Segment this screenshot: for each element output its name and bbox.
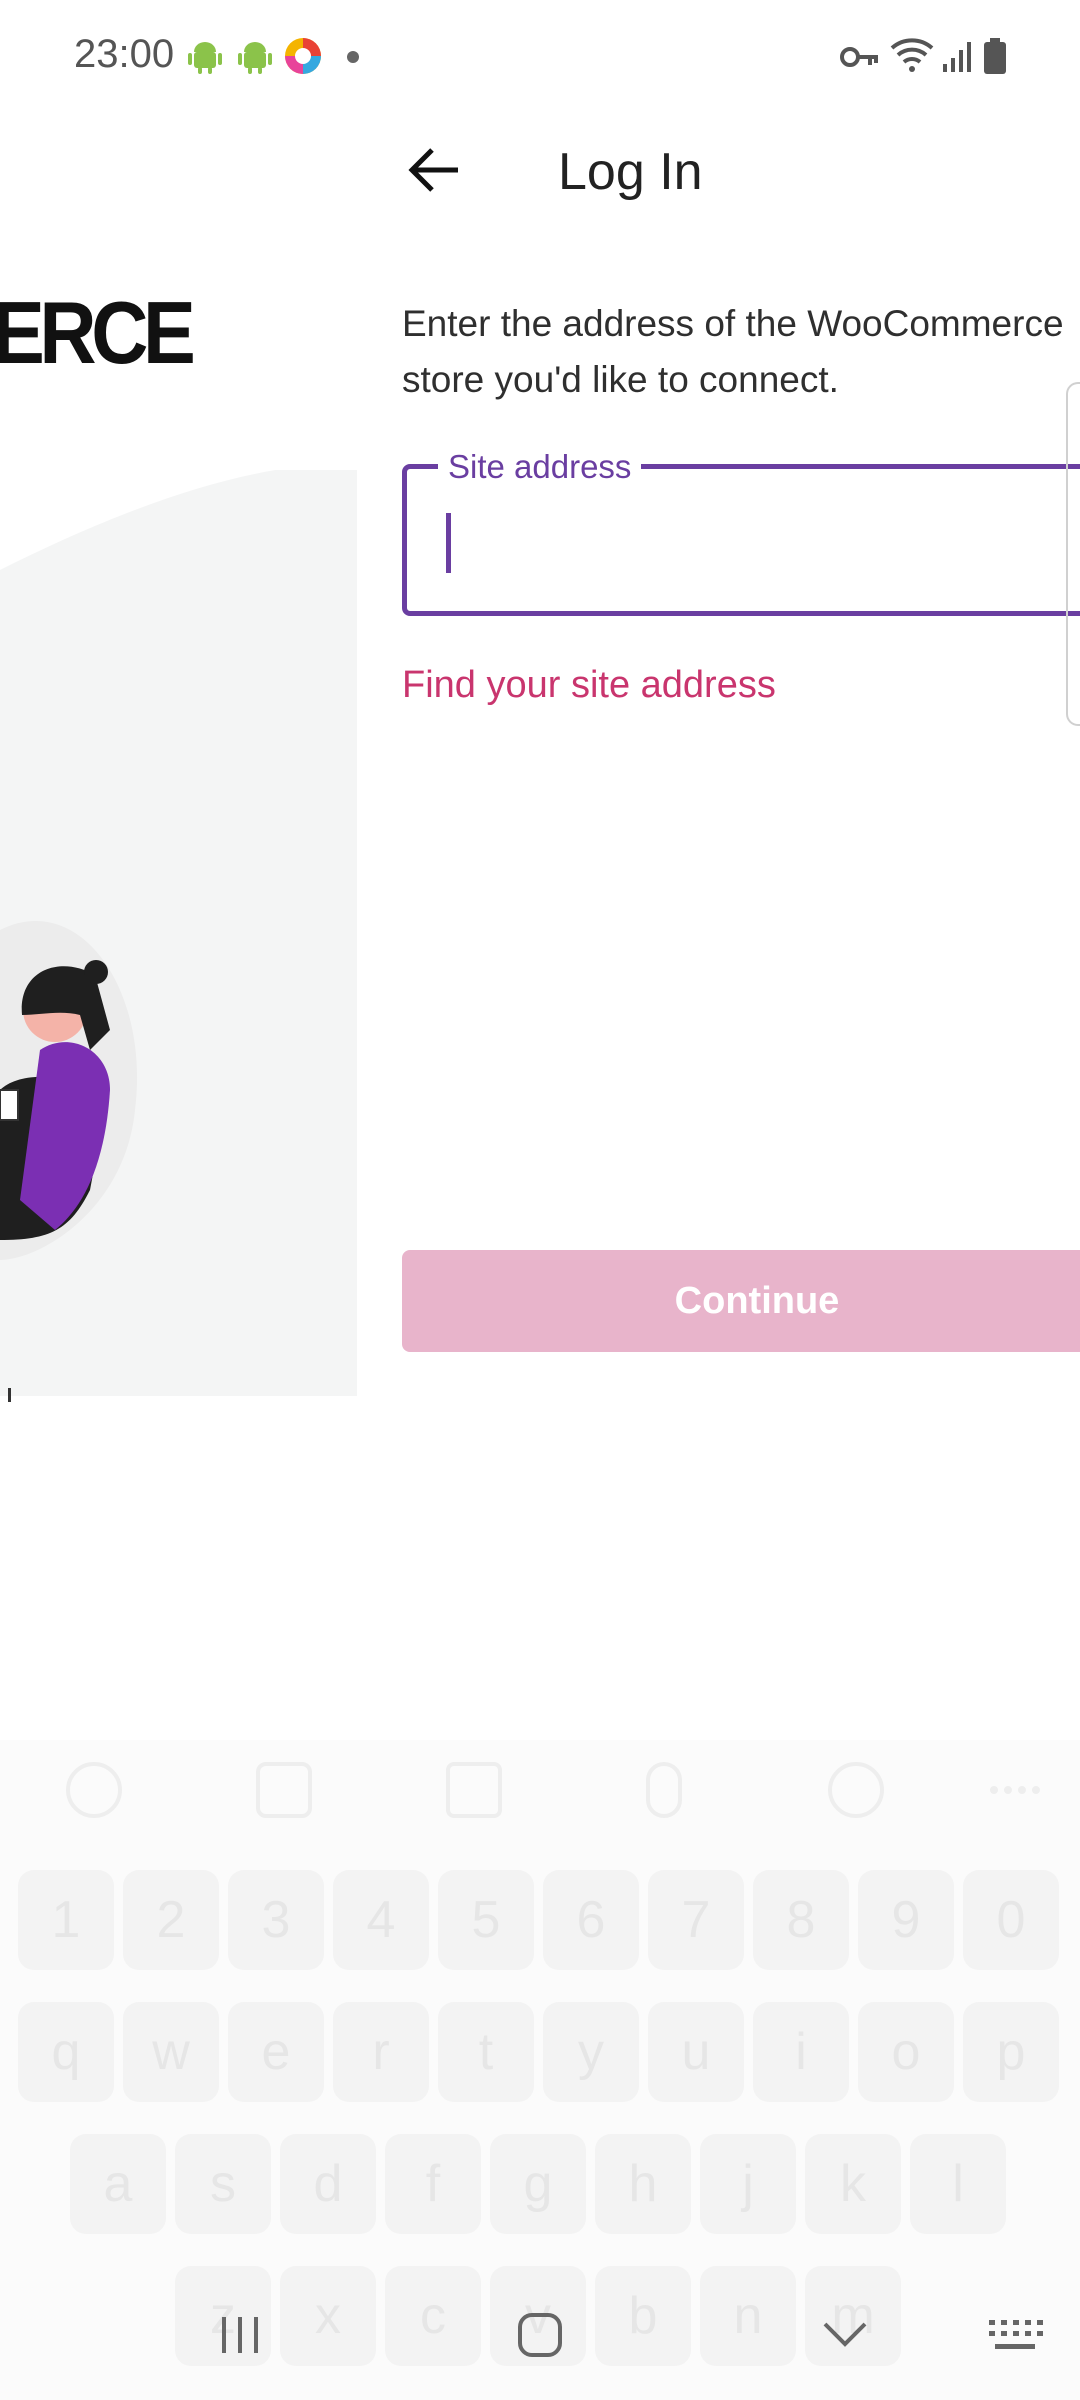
- side-card-edge: [1066, 382, 1080, 726]
- key-a[interactable]: a: [70, 2134, 166, 2234]
- text-caret: [446, 513, 451, 573]
- key-q[interactable]: q: [18, 2002, 114, 2102]
- emoji-icon[interactable]: [66, 1762, 122, 1818]
- settings-icon[interactable]: [828, 1762, 884, 1818]
- site-address-label: Site address: [438, 448, 642, 486]
- illustration-image: [0, 470, 357, 1396]
- android-icon: [188, 42, 222, 74]
- microphone-icon[interactable]: [646, 1762, 682, 1818]
- key-s[interactable]: s: [175, 2134, 271, 2234]
- key-0[interactable]: 0: [963, 1870, 1059, 1970]
- instructions-text: Enter the address of the WooCommerce sto…: [402, 303, 1064, 400]
- wifi-icon: [890, 38, 934, 72]
- battery-icon: [984, 38, 1006, 74]
- site-address-input[interactable]: [402, 464, 1080, 616]
- key-2[interactable]: 2: [123, 1870, 219, 1970]
- status-bar: 23:00: [0, 0, 1080, 110]
- signal-icon: [943, 42, 971, 72]
- key-e[interactable]: e: [228, 2002, 324, 2102]
- key-x[interactable]: x: [280, 2266, 376, 2366]
- woocommerce-logo-fragment: ERCE: [0, 283, 196, 382]
- key-6[interactable]: 6: [543, 1870, 639, 1970]
- key-b[interactable]: b: [595, 2266, 691, 2366]
- hide-keyboard-button[interactable]: [815, 2300, 875, 2370]
- browser-icon: [285, 38, 321, 74]
- recent-apps-icon: [222, 2317, 258, 2353]
- key-o[interactable]: o: [858, 2002, 954, 2102]
- home-button[interactable]: [510, 2300, 570, 2370]
- key-l[interactable]: l: [910, 2134, 1006, 2234]
- home-icon: [518, 2313, 562, 2357]
- key-h[interactable]: h: [595, 2134, 691, 2234]
- keyboard-icon: [989, 2320, 1043, 2349]
- key-u[interactable]: u: [648, 2002, 744, 2102]
- gif-icon[interactable]: [446, 1762, 502, 1818]
- key-f[interactable]: f: [385, 2134, 481, 2234]
- key-j[interactable]: j: [700, 2134, 796, 2234]
- key-d[interactable]: d: [280, 2134, 376, 2234]
- key-4[interactable]: 4: [333, 1870, 429, 1970]
- hide-keyboard-icon: [823, 2322, 867, 2347]
- notification-dot: [347, 51, 359, 63]
- back-button[interactable]: [395, 130, 475, 210]
- key-5[interactable]: 5: [438, 1870, 534, 1970]
- arrow-left-icon: [408, 148, 458, 192]
- key-p[interactable]: p: [963, 2002, 1059, 2102]
- key-k[interactable]: k: [805, 2134, 901, 2234]
- key-y[interactable]: y: [543, 2002, 639, 2102]
- onboarding-illustration-panel: [0, 470, 357, 1396]
- keyboard-toolbar: [0, 1740, 1080, 1840]
- key-r[interactable]: r: [333, 2002, 429, 2102]
- android-icon: [238, 42, 272, 74]
- key-w[interactable]: w: [123, 2002, 219, 2102]
- key-9[interactable]: 9: [858, 1870, 954, 1970]
- key-n[interactable]: n: [700, 2266, 796, 2366]
- find-site-address-link[interactable]: Find your site address: [402, 664, 776, 707]
- divider: [8, 1388, 11, 1402]
- continue-button[interactable]: Continue: [402, 1250, 1080, 1352]
- key-8[interactable]: 8: [753, 1870, 849, 1970]
- key-1[interactable]: 1: [18, 1870, 114, 1970]
- page-title: Log In: [558, 143, 703, 201]
- key-g[interactable]: g: [490, 2134, 586, 2234]
- key-i[interactable]: i: [753, 2002, 849, 2102]
- key-c[interactable]: c: [385, 2266, 481, 2366]
- key-3[interactable]: 3: [228, 1870, 324, 1970]
- continue-label: Continue: [674, 1279, 840, 1322]
- key-t[interactable]: t: [438, 2002, 534, 2102]
- sticker-icon[interactable]: [256, 1762, 312, 1818]
- status-time: 23:00: [74, 32, 175, 76]
- key-7[interactable]: 7: [648, 1870, 744, 1970]
- recent-apps-button[interactable]: [210, 2300, 270, 2370]
- vpn-key-icon: [840, 47, 878, 67]
- more-icon[interactable]: [990, 1786, 1040, 1802]
- keyboard-switch-button[interactable]: [980, 2300, 1050, 2370]
